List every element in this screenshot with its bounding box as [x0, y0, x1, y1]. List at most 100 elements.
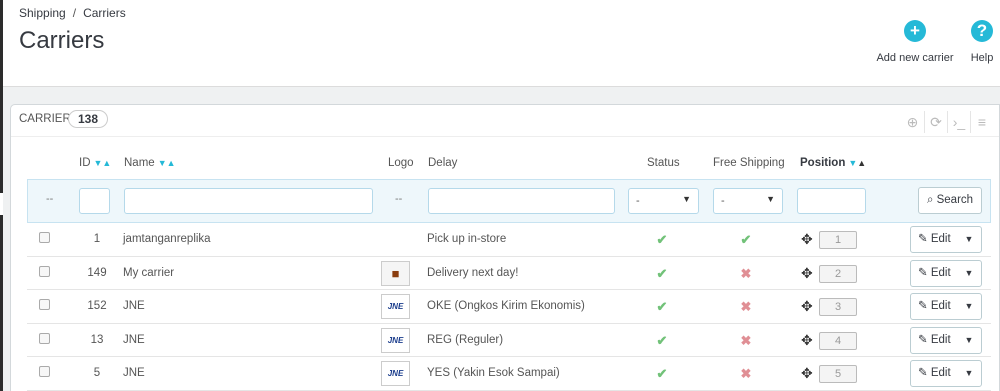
carrier-id: 1 — [93, 233, 101, 245]
status-enabled-icon[interactable]: ✔ — [647, 232, 677, 248]
drag-move-icon[interactable]: ✥ — [801, 332, 813, 349]
column-header-logo: Logo — [388, 157, 414, 169]
database-icon[interactable]: ≡ — [970, 111, 993, 133]
column-header-name[interactable]: Name ▼▲ — [124, 157, 176, 169]
carrier-id: 152 — [87, 300, 107, 312]
add-icon[interactable]: ⊕ — [901, 111, 924, 133]
truck-logo-icon: ■ — [381, 260, 410, 286]
position-badge: 5 — [819, 365, 857, 383]
caret-down-icon[interactable]: ▼ — [957, 294, 981, 319]
refresh-icon[interactable]: ⟳ — [924, 111, 947, 133]
table-row: 149 My carrier ■ Delivery next day! ✔ ✖ … — [27, 257, 991, 290]
column-header-position[interactable]: Position ▼▲ — [800, 157, 866, 169]
carrier-id: 5 — [93, 367, 101, 379]
row-checkbox[interactable] — [39, 232, 50, 243]
caret-down-icon[interactable]: ▼ — [957, 261, 981, 286]
column-header-free-shipping: Free Shipping — [713, 157, 785, 169]
breadcrumb: Shipping / Carriers — [19, 6, 126, 20]
breadcrumb-current: Carriers — [83, 6, 126, 20]
position-badge: 1 — [819, 231, 857, 249]
carrier-name: JNE — [123, 367, 145, 379]
page-title: Carriers — [19, 27, 105, 54]
pencil-icon: ✎ — [918, 300, 928, 312]
carrier-name: JNE — [123, 300, 145, 312]
row-checkbox[interactable] — [39, 366, 50, 377]
drag-move-icon[interactable]: ✥ — [801, 231, 813, 248]
drag-move-icon[interactable]: ✥ — [801, 365, 813, 382]
pencil-icon: ✎ — [918, 367, 928, 379]
delay-filter-input[interactable] — [428, 188, 615, 214]
edit-button[interactable]: ✎ Edit ▼ — [910, 326, 982, 354]
jne-logo: JNE — [381, 294, 410, 319]
id-filter-input[interactable] — [79, 188, 110, 214]
breadcrumb-parent[interactable]: Shipping — [19, 6, 66, 20]
table-row: 1 jamtanganreplika Pick up in-store ✔ ✔ … — [27, 223, 991, 257]
edit-button[interactable]: ✎ Edit ▼ — [910, 360, 982, 387]
sql-query-icon[interactable]: ›_ — [947, 111, 970, 133]
position-badge: 3 — [819, 298, 857, 316]
jne-logo: JNE — [381, 327, 410, 353]
search-button[interactable]: ⌕ Search — [918, 187, 982, 214]
position-badge: 2 — [819, 264, 857, 283]
left-nav-gap — [0, 193, 3, 215]
free-shipping-no-icon[interactable]: ✖ — [731, 366, 761, 382]
row-checkbox[interactable] — [39, 299, 50, 310]
pencil-icon: ✎ — [918, 333, 928, 346]
row-checkbox[interactable] — [39, 332, 50, 344]
edit-button[interactable]: ✎ Edit ▼ — [910, 259, 982, 287]
caret-down-icon[interactable]: ▼ — [957, 227, 981, 252]
search-icon: ⌕ — [926, 194, 934, 206]
status-filter-select[interactable]: - ▼ — [628, 188, 699, 214]
panel-heading: CARRIERS 138 ⊕ ⟳ ›_ ≡ — [11, 105, 999, 137]
free-shipping-yes-icon[interactable]: ✔ — [731, 232, 761, 248]
free-shipping-no-icon[interactable]: ✖ — [731, 266, 761, 282]
status-enabled-icon[interactable]: ✔ — [647, 366, 677, 382]
carrier-id: 13 — [90, 333, 104, 346]
breadcrumb-separator: / — [72, 6, 77, 20]
plus-circle-icon: + — [904, 20, 926, 42]
carrier-delay: Pick up in-store — [427, 233, 507, 245]
carrier-count-badge: 138 — [68, 110, 109, 128]
bulk-filter-dash: -- — [46, 193, 54, 205]
add-new-carrier-button[interactable]: + Add new carrier — [873, 20, 957, 64]
edit-button[interactable]: ✎ Edit ▼ — [910, 293, 982, 320]
free-shipping-no-icon[interactable]: ✖ — [731, 299, 761, 315]
status-enabled-icon[interactable]: ✔ — [647, 299, 677, 315]
panel-toolbar: ⊕ ⟳ ›_ ≡ — [901, 111, 993, 133]
status-enabled-icon[interactable]: ✔ — [647, 266, 677, 282]
sort-arrows-icon[interactable]: ▼▲ — [94, 158, 112, 168]
sort-arrows-icon[interactable]: ▼▲ — [158, 158, 176, 168]
logo-filter-dash: -- — [395, 193, 403, 205]
status-enabled-icon[interactable]: ✔ — [647, 333, 677, 349]
row-checkbox[interactable] — [39, 265, 50, 277]
caret-down-icon[interactable]: ▼ — [957, 361, 981, 386]
carrier-delay: OKE (Ongkos Kirim Ekonomis) — [427, 300, 585, 312]
help-label: Help — [970, 52, 994, 64]
caret-down-icon[interactable]: ▼ — [957, 328, 981, 353]
jne-logo: JNE — [381, 361, 410, 386]
column-header-id[interactable]: ID ▼▲ — [79, 157, 111, 169]
pencil-icon: ✎ — [918, 266, 928, 279]
drag-move-icon[interactable]: ✥ — [801, 265, 813, 282]
free-shipping-filter-select[interactable]: - ▼ — [713, 188, 783, 214]
table-row: 152 JNE JNE OKE (Ongkos Kirim Ekonomis) … — [27, 290, 991, 324]
help-button[interactable]: ? Help — [965, 20, 999, 64]
carriers-table-body: 1 jamtanganreplika Pick up in-store ✔ ✔ … — [27, 223, 991, 391]
caret-down-icon: ▼ — [682, 194, 691, 204]
carrier-name: jamtanganreplika — [123, 233, 211, 245]
table-row: 5 JNE JNE YES (Yakin Esok Sampai) ✔ ✖ ✥ … — [27, 357, 991, 391]
column-header-status: Status — [647, 157, 680, 169]
pencil-icon: ✎ — [918, 233, 928, 245]
carrier-name: My carrier — [123, 266, 175, 279]
carrier-name: JNE — [123, 333, 145, 346]
name-filter-input[interactable] — [124, 188, 373, 214]
filter-row: -- -- - ▼ - ▼ ⌕ Search — [27, 179, 991, 223]
carrier-delay: Delivery next day! — [427, 266, 519, 279]
column-header-delay: Delay — [428, 157, 458, 169]
drag-move-icon[interactable]: ✥ — [801, 298, 813, 315]
edit-button[interactable]: ✎ Edit ▼ — [910, 226, 982, 253]
position-filter-input[interactable] — [797, 188, 866, 214]
add-new-carrier-label: Add new carrier — [876, 52, 954, 64]
free-shipping-no-icon[interactable]: ✖ — [731, 333, 761, 349]
sort-arrows-icon[interactable]: ▼▲ — [848, 158, 866, 168]
